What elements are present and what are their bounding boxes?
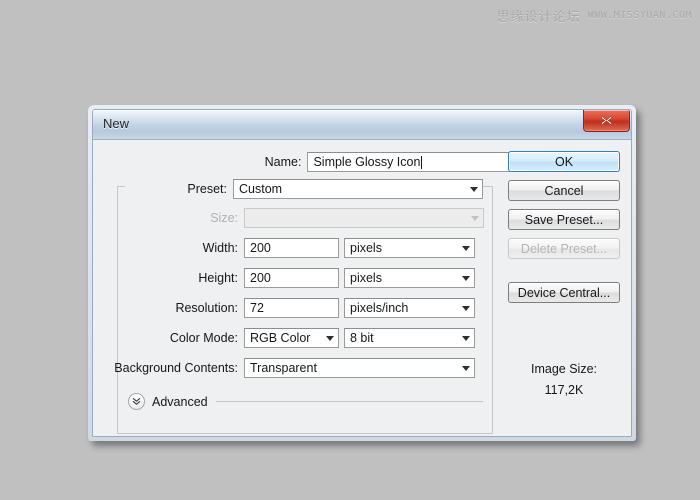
width-label: Width:	[202, 241, 238, 255]
close-icon	[601, 116, 612, 125]
name-row: Name: Simple Glossy Icon	[93, 152, 513, 172]
background-contents-row: Background Contents: Transparent	[93, 358, 523, 378]
color-mode-combo[interactable]: RGB Color	[244, 328, 339, 348]
chevron-down-icon	[470, 186, 478, 192]
name-input-value: Simple Glossy Icon	[313, 155, 421, 169]
resolution-label: Resolution:	[175, 301, 238, 315]
chevron-down-icon	[326, 335, 334, 341]
image-size-value: 117,2K	[544, 383, 584, 397]
dialog-body: Name: Simple Glossy Icon Preset: Custom …	[93, 140, 631, 436]
width-unit-combo[interactable]: pixels	[344, 238, 475, 258]
color-mode-label: Color Mode:	[169, 331, 238, 345]
ok-button-label: OK	[554, 154, 574, 169]
name-input[interactable]: Simple Glossy Icon	[307, 152, 513, 172]
background-contents-combo[interactable]: Transparent	[244, 358, 475, 378]
size-row: Size:	[93, 208, 523, 228]
image-size-label: Image Size:	[530, 362, 597, 376]
chevron-down-icon	[462, 335, 470, 341]
resolution-value: 72	[250, 301, 264, 315]
background-contents-label: Background Contents:	[114, 361, 238, 375]
chevron-down-icon	[462, 245, 470, 251]
cancel-button[interactable]: Cancel	[508, 180, 620, 201]
width-unit-value: pixels	[350, 241, 382, 255]
advanced-row[interactable]: Advanced	[128, 393, 483, 410]
resolution-unit-combo[interactable]: pixels/inch	[344, 298, 475, 318]
name-label: Name:	[264, 155, 302, 169]
height-row: Height: 200 pixels	[93, 268, 523, 288]
advanced-toggle-button[interactable]	[128, 393, 145, 410]
width-input[interactable]: 200	[244, 238, 339, 258]
chevron-down-icon	[462, 365, 470, 371]
save-preset-button-label: Save Preset...	[524, 212, 604, 227]
dialog-inner-frame: New Name: Simple Glossy Icon Preset: Cus…	[92, 109, 632, 437]
image-size-block: Image Size: 117,2K	[508, 362, 620, 397]
site-watermark: 思缘设计论坛 WWW.MISSYUAN.COM	[497, 6, 692, 25]
width-row: Width: 200 pixels	[93, 238, 523, 258]
background-contents-value: Transparent	[250, 361, 317, 375]
chevron-double-down-icon	[132, 398, 141, 405]
watermark-cn-text: 思缘设计论坛	[496, 10, 581, 25]
height-value: 200	[250, 271, 271, 285]
dialog-titlebar[interactable]: New	[93, 110, 631, 140]
save-preset-button[interactable]: Save Preset...	[508, 209, 620, 230]
advanced-label: Advanced	[152, 394, 208, 409]
bit-depth-combo[interactable]: 8 bit	[344, 328, 475, 348]
advanced-divider	[215, 401, 483, 402]
height-input[interactable]: 200	[244, 268, 339, 288]
preset-value: Custom	[239, 182, 283, 196]
chevron-down-icon	[471, 215, 479, 221]
color-mode-value: RGB Color	[250, 331, 311, 345]
delete-preset-button-label: Delete Preset...	[520, 241, 608, 256]
bit-depth-value: 8 bit	[350, 331, 374, 345]
dialog-title: New	[103, 116, 130, 131]
width-value: 200	[250, 241, 271, 255]
height-label: Height:	[198, 271, 238, 285]
size-label: Size:	[210, 211, 238, 225]
delete-preset-button: Delete Preset...	[508, 238, 620, 259]
resolution-unit-value: pixels/inch	[350, 301, 409, 315]
device-central-button[interactable]: Device Central...	[508, 282, 620, 303]
size-combo	[244, 208, 484, 228]
resolution-input[interactable]: 72	[244, 298, 339, 318]
resolution-row: Resolution: 72 pixels/inch	[93, 298, 523, 318]
close-button[interactable]	[583, 110, 630, 132]
watermark-url-text: WWW.MISSYUAN.COM	[587, 10, 692, 21]
preset-label: Preset:	[187, 182, 227, 196]
height-unit-combo[interactable]: pixels	[344, 268, 475, 288]
cancel-button-label: Cancel	[544, 183, 584, 198]
preset-combo[interactable]: Custom	[233, 179, 483, 199]
ok-button[interactable]: OK	[508, 151, 620, 172]
text-caret	[421, 155, 423, 169]
device-central-button-label: Device Central...	[517, 285, 611, 300]
height-unit-value: pixels	[350, 271, 382, 285]
chevron-down-icon	[462, 305, 470, 311]
chevron-down-icon	[462, 275, 470, 281]
preset-row: Preset: Custom	[93, 179, 523, 199]
color-mode-row: Color Mode: RGB Color 8 bit	[93, 328, 523, 348]
new-document-dialog: New Name: Simple Glossy Icon Preset: Cus…	[88, 105, 636, 441]
